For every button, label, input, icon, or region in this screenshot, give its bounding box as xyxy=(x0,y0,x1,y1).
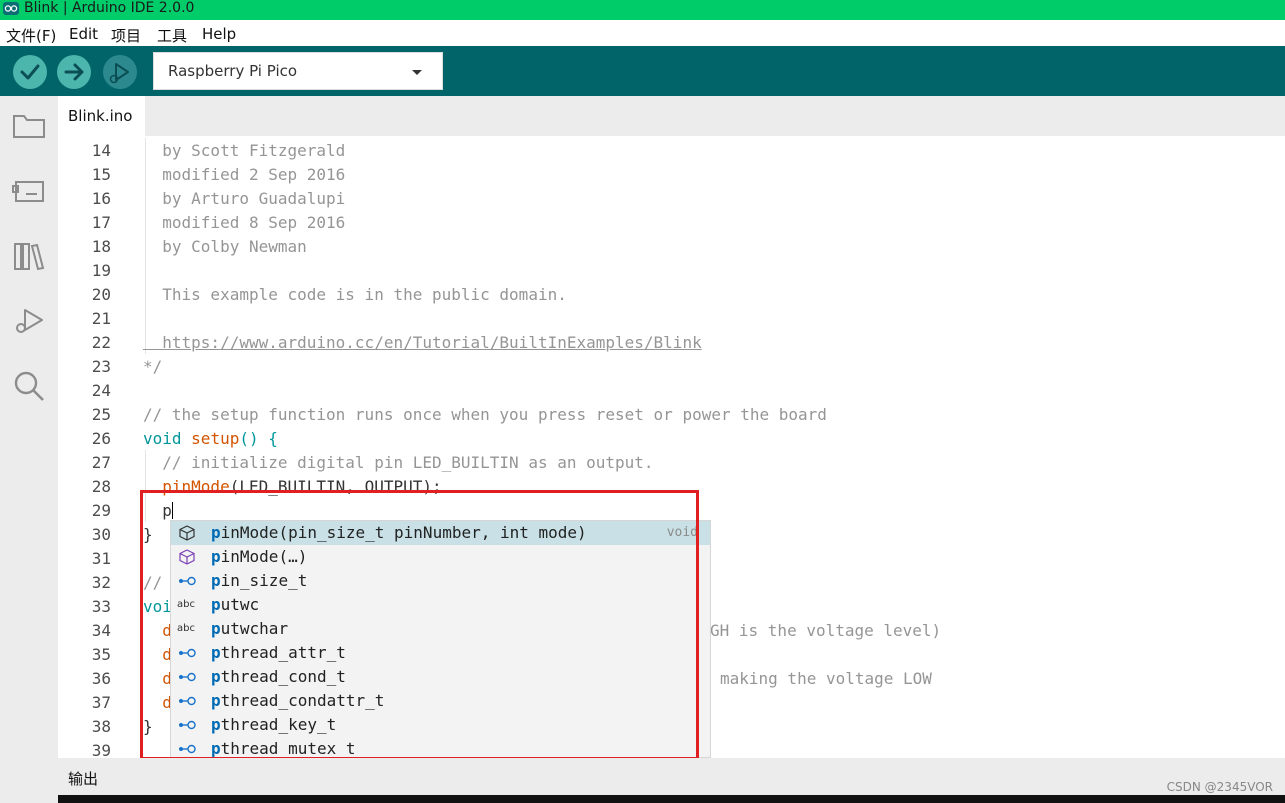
method-icon xyxy=(179,525,195,541)
code-line: 18 by Colby Newman xyxy=(58,234,1285,258)
suggestion-item[interactable]: pthread_mutex_t xyxy=(171,737,710,757)
menu-file[interactable]: 文件(F) xyxy=(6,25,56,46)
pinmode-call: pinMode(LED_BUILTIN, OUTPUT); xyxy=(162,477,442,496)
board-icon[interactable] xyxy=(12,174,46,208)
suggestion-item[interactable]: pinMode(…) xyxy=(171,545,710,569)
code-line: 21 xyxy=(58,306,1285,330)
chevron-down-icon xyxy=(412,70,422,75)
suggestion-item[interactable]: pin_size_t xyxy=(171,569,710,593)
suggestion-detail: void xyxy=(666,525,698,540)
suggestion-item[interactable]: pthread_attr_t xyxy=(171,641,710,665)
search-icon[interactable] xyxy=(12,369,46,403)
debug-button[interactable] xyxy=(103,55,137,89)
menu-sketch[interactable]: 项目 xyxy=(111,25,141,46)
debug-icon[interactable] xyxy=(12,304,46,338)
code-line: 27 // initialize digital pin LED_BUILTIN… xyxy=(58,450,1285,474)
code-line: 28 pinMode(LED_BUILTIN, OUTPUT); xyxy=(58,474,1285,498)
upload-button[interactable] xyxy=(57,55,91,89)
code-line: 14 by Scott Fitzgerald xyxy=(58,138,1285,162)
checkmark-icon xyxy=(20,64,40,80)
suggestion-item[interactable]: pthread_condattr_t xyxy=(171,689,710,713)
code-line: 24 xyxy=(91,381,111,400)
suggestion-item[interactable]: abc putwchar xyxy=(171,617,710,641)
method-icon xyxy=(179,549,195,565)
verify-button[interactable] xyxy=(13,55,47,89)
library-icon[interactable] xyxy=(12,239,46,273)
menu-edit[interactable]: Edit xyxy=(69,25,98,43)
code-overflow-text: making the voltage LOW xyxy=(720,669,932,688)
board-selector[interactable]: Raspberry Pi Pico xyxy=(153,52,443,90)
menu-bar: 文件(F) Edit 项目 工具 Help xyxy=(0,20,1285,46)
editor-tabs: Blink.ino xyxy=(58,96,1285,136)
code-line: 15 modified 2 Sep 2016 xyxy=(58,162,1285,186)
board-name: Raspberry Pi Pico xyxy=(168,62,298,80)
output-label: 输出 xyxy=(68,770,99,788)
text-cursor xyxy=(171,502,173,519)
code-line: 17 modified 8 Sep 2016 xyxy=(58,210,1285,234)
example-url-link[interactable]: https://www.arduino.cc/en/Tutorial/Built… xyxy=(143,333,701,352)
output-panel xyxy=(58,795,1285,803)
tab-label: Blink.ino xyxy=(68,107,133,125)
struct-icon xyxy=(179,696,196,706)
debug-play-icon xyxy=(109,63,129,84)
struct-icon xyxy=(179,720,196,730)
suggestion-item[interactable]: pthread_cond_t xyxy=(171,665,710,689)
menu-help[interactable]: Help xyxy=(202,25,236,43)
code-line-current: 29 p xyxy=(58,498,1285,522)
window-title: Blink | Arduino IDE 2.0.0 xyxy=(24,0,195,16)
code-line: 23 */ xyxy=(91,357,163,376)
menu-tools[interactable]: 工具 xyxy=(157,25,187,46)
struct-icon xyxy=(179,672,196,682)
code-line: 22 https://www.arduino.cc/en/Tutorial/Bu… xyxy=(58,330,1285,354)
output-panel-header[interactable]: 输出 xyxy=(58,758,1285,795)
code-line: 16 by Arturo Guadalupi xyxy=(58,186,1285,210)
title-bar: Blink | Arduino IDE 2.0.0 xyxy=(0,0,1285,20)
folder-icon[interactable] xyxy=(12,108,46,142)
setup-declaration: void setup() { xyxy=(143,429,278,448)
struct-icon xyxy=(179,744,196,754)
code-line: 25 // the setup function runs once when … xyxy=(91,405,827,424)
arrow-right-icon xyxy=(64,63,84,81)
tab-blink-ino[interactable]: Blink.ino xyxy=(58,96,145,136)
toolbar: Raspberry Pi Pico xyxy=(0,46,1285,96)
code-line: 20 This example code is in the public do… xyxy=(58,282,1285,306)
text-abc-icon: abc xyxy=(177,623,195,634)
suggestion-item[interactable]: abc putwc xyxy=(171,593,710,617)
text-abc-icon: abc xyxy=(177,599,195,610)
code-line: 19 xyxy=(58,258,1285,282)
suggestion-item[interactable]: pinMode(pin_size_t pinNumber, int mode) … xyxy=(171,521,710,545)
code-overflow-text: GH is the voltage level) xyxy=(710,621,942,640)
watermark: CSDN @2345VOR xyxy=(1166,780,1273,794)
arduino-logo-icon xyxy=(3,2,19,15)
autocomplete-popup: pinMode(pin_size_t pinNumber, int mode) … xyxy=(170,520,711,758)
activity-sidebar xyxy=(0,96,58,803)
suggestion-item[interactable]: pthread_key_t xyxy=(171,713,710,737)
struct-icon xyxy=(179,576,196,586)
code-line: 26 void setup() { xyxy=(91,429,278,448)
struct-icon xyxy=(179,648,196,658)
